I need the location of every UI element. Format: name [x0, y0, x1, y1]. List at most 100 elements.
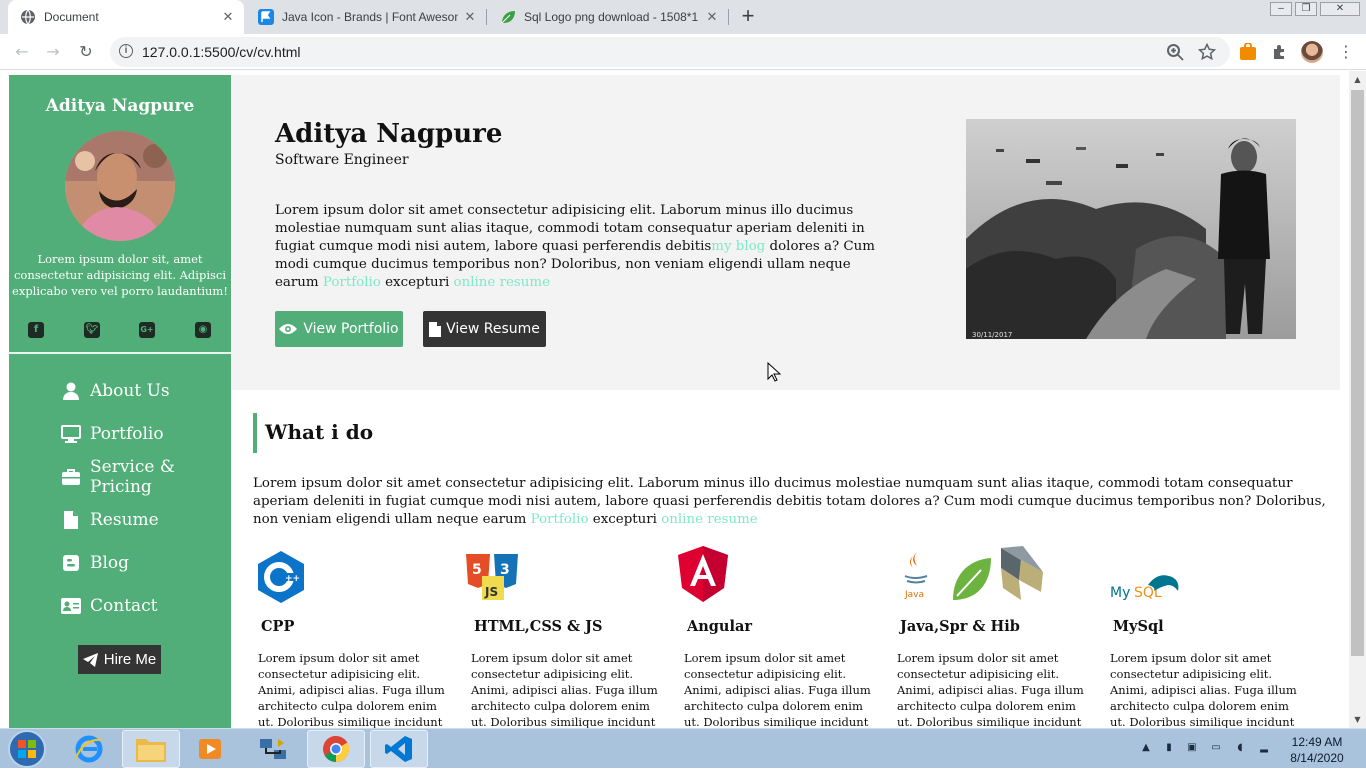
taskbar-clock[interactable]: 12:49 AM 8/14/2020 [1282, 734, 1352, 766]
network-icon [260, 739, 286, 759]
view-portfolio-label: View Portfolio [303, 321, 399, 337]
browser-tab-strip: Document ✕ Java Icon - Brands | Font Awe… [0, 0, 1366, 34]
view-portfolio-button[interactable]: View Portfolio [275, 311, 403, 347]
tab-sql-logo[interactable]: Sql Logo png download - 1508*1 ✕ [488, 0, 728, 34]
browser-toolbar: ← → ↻ i 127.0.0.1:5500/cv/cv.html ⋮ [0, 34, 1366, 70]
svg-text:++: ++ [285, 574, 300, 584]
skill-description: Lorem ipsum dolor sit amet consectetur a… [684, 651, 871, 728]
online-resume-link[interactable]: online resume [661, 512, 758, 527]
sidebar-item-portfolio[interactable]: Portfolio [61, 421, 164, 447]
twitter-icon[interactable]: 🐦︎ [84, 322, 100, 338]
section-text-part: excepturi [588, 512, 662, 527]
profile-avatar-icon[interactable] [1301, 41, 1323, 63]
view-resume-label: View Resume [446, 321, 540, 337]
address-bar[interactable]: i 127.0.0.1:5500/cv/cv.html [110, 37, 1230, 67]
mouse-cursor-icon [767, 362, 781, 382]
site-info-icon[interactable]: i [119, 44, 133, 58]
online-resume-link[interactable]: online resume [454, 275, 551, 290]
profile-photo: 30/11/2017 [966, 119, 1296, 339]
briefcase-icon [61, 468, 81, 486]
sidebar-item-label: Resume [90, 510, 159, 530]
new-tab-button[interactable]: + [738, 5, 758, 27]
sidebar-item-resume[interactable]: Resume [61, 507, 159, 533]
star-icon[interactable] [1198, 43, 1216, 61]
hire-me-label: Hire Me [103, 651, 157, 668]
scroll-up-arrow[interactable]: ▲ [1349, 71, 1366, 88]
scroll-down-arrow[interactable]: ▼ [1349, 711, 1366, 728]
sidebar-item-contact[interactable]: Contact [61, 593, 158, 619]
tab-title: Document [44, 10, 99, 24]
hire-me-button[interactable]: Hire Me [78, 645, 161, 674]
reload-button[interactable]: ↻ [74, 40, 98, 64]
svg-text:Java: Java [904, 590, 924, 600]
portfolio-link[interactable]: Portfolio [323, 275, 381, 290]
view-resume-button[interactable]: View Resume [423, 311, 546, 347]
chrome-icon [323, 735, 350, 763]
skill-title: Java,Spr & Hib [900, 618, 1020, 635]
file-icon [61, 511, 81, 529]
tab-java-icon[interactable]: Java Icon - Brands | Font Awesome ✕ [246, 0, 486, 34]
browser-menu-icon[interactable]: ⋮ [1334, 40, 1358, 64]
java-spring-hibernate-logo: Java [904, 546, 1043, 600]
mysql-logo: My SQL [1110, 575, 1179, 601]
restore-button[interactable]: ❐ [1295, 2, 1317, 16]
back-button[interactable]: ← [10, 40, 34, 64]
tray-app-icon[interactable]: ▣ [1185, 741, 1199, 755]
file-icon [429, 321, 442, 337]
svg-text:5: 5 [472, 562, 482, 578]
globe-icon [21, 9, 35, 25]
close-icon[interactable]: ✕ [462, 9, 478, 25]
vscode-icon [385, 736, 412, 762]
taskbar-media-player[interactable] [181, 730, 239, 768]
address-card-icon [61, 597, 81, 615]
tab-separator [486, 9, 487, 25]
scrollbar-thumb[interactable] [1351, 90, 1364, 656]
sidebar-item-service-pricing[interactable]: Service & Pricing [61, 457, 231, 497]
angular-logo [678, 546, 728, 602]
html-css-js-logo: 5 3JS [466, 554, 518, 600]
sidebar-item-label: Service & Pricing [90, 457, 175, 497]
page-viewport: Aditya Nagpure Lorem ipsum dolor sit, am… [0, 71, 1366, 728]
sidebar-item-about-us[interactable]: About Us [61, 378, 170, 404]
hero-text-part: excepturi [380, 275, 454, 290]
github-icon[interactable]: ◉ [195, 322, 211, 338]
facebook-icon[interactable]: f [28, 322, 44, 338]
window-close-button[interactable]: ✕ [1320, 2, 1360, 16]
internet-explorer-icon [75, 735, 103, 763]
clock-date: 8/14/2020 [1290, 751, 1344, 765]
page-scrollbar[interactable]: ▲ ▼ [1349, 71, 1366, 728]
tab-title: Sql Logo png download - 1508*1 [524, 10, 699, 24]
taskbar-chrome[interactable] [307, 730, 365, 768]
tray-signal-icon[interactable]: ▂ [1257, 741, 1271, 755]
tray-battery-icon[interactable]: ▮ [1162, 741, 1176, 755]
tray-volume-icon[interactable]: ◖ [1233, 741, 1247, 755]
skill-title: CPP [261, 618, 295, 635]
close-icon[interactable]: ✕ [220, 9, 236, 25]
portfolio-link[interactable]: Portfolio [531, 512, 589, 527]
section-accent-bar [253, 413, 257, 453]
extension-bag-icon[interactable] [1239, 43, 1257, 61]
my-blog-link[interactable]: my blog [711, 239, 765, 254]
close-icon[interactable]: ✕ [704, 9, 720, 25]
tray-show-hidden-icon[interactable]: ▲ [1139, 741, 1153, 755]
google-plus-icon[interactable]: G+ [139, 322, 155, 338]
sidebar-item-label: Contact [90, 596, 158, 616]
tray-display-icon[interactable]: ▭ [1209, 741, 1223, 755]
svg-text:JS: JS [484, 585, 498, 599]
zoom-icon[interactable] [1166, 43, 1184, 61]
minimize-button[interactable]: – [1270, 2, 1292, 16]
tab-document[interactable]: Document ✕ [8, 0, 244, 34]
taskbar-network[interactable] [244, 730, 302, 768]
start-button[interactable] [8, 730, 46, 768]
hero-role: Software Engineer [275, 152, 409, 168]
svg-text:My: My [1110, 585, 1130, 601]
sidebar-item-blog[interactable]: Blog [61, 550, 129, 576]
windows-logo-icon [18, 740, 36, 758]
extensions-puzzle-icon[interactable] [1271, 43, 1289, 61]
avatar [65, 131, 175, 241]
taskbar-internet-explorer[interactable] [60, 730, 118, 768]
tab-separator [728, 9, 729, 25]
taskbar-vscode[interactable] [370, 730, 428, 768]
forward-button[interactable]: → [41, 40, 65, 64]
taskbar-file-explorer[interactable] [122, 730, 180, 768]
